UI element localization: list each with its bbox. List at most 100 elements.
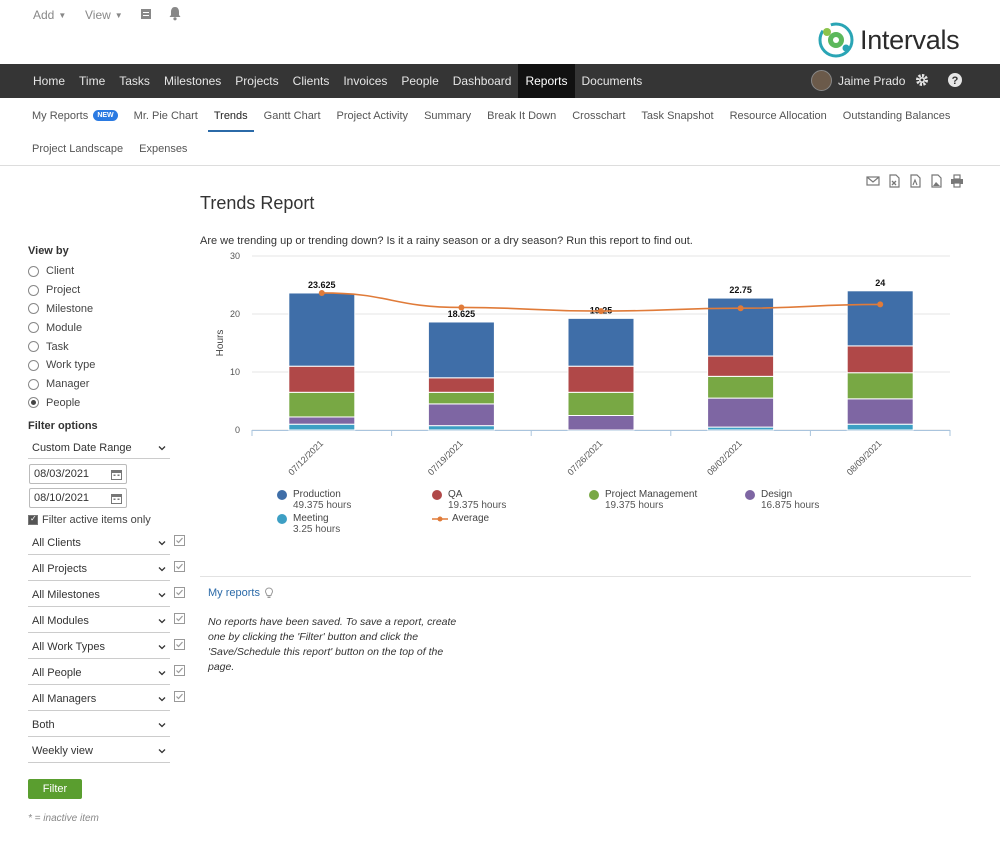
bell-icon[interactable]	[168, 6, 182, 24]
checklist-icon[interactable]	[174, 664, 185, 676]
managers-value: All Managers	[32, 692, 97, 705]
checklist-icon[interactable]	[174, 612, 185, 624]
radio-button-selected[interactable]	[28, 397, 39, 409]
radio-people[interactable]: People	[28, 394, 188, 413]
checklist-icon[interactable]	[174, 586, 185, 598]
legend-project-management[interactable]: Project Management 19.375 hours	[589, 489, 697, 511]
filter-button[interactable]: Filter	[28, 779, 82, 800]
pdf-icon[interactable]	[908, 174, 922, 188]
date-to-input[interactable]: 08/10/2021	[29, 488, 127, 509]
bar-segment	[288, 423, 356, 431]
subnav-expenses[interactable]: Expenses	[131, 133, 195, 165]
subnav-project-landscape[interactable]: Project Landscape	[24, 133, 131, 165]
view-menu[interactable]: View ▼	[85, 8, 123, 22]
radio-client[interactable]: Client	[28, 262, 188, 281]
billable-select[interactable]: Both	[28, 713, 170, 738]
user-menu[interactable]: Jaime Prado	[811, 70, 905, 91]
clients-select[interactable]: All Clients	[28, 531, 170, 556]
subnav-my-reports[interactable]: My Reports NEW	[24, 100, 126, 132]
subnav-project-activity[interactable]: Project Activity	[329, 100, 417, 132]
calendar-icon[interactable]	[111, 493, 122, 504]
radio-manager[interactable]: Manager	[28, 375, 188, 394]
subnav-break-it-down[interactable]: Break It Down	[479, 100, 564, 132]
subnav-gantt-chart[interactable]: Gantt Chart	[256, 100, 329, 132]
active-only-checkbox-row[interactable]: Filter active items only	[28, 511, 188, 529]
chart-svg: 0 10 20 30 Hours 07/12/2021 23.625 07/19/2021 18…	[215, 251, 951, 477]
y-tick-label: 10	[230, 367, 240, 377]
bar-segment	[707, 375, 775, 399]
modules-select[interactable]: All Modules	[28, 609, 170, 634]
subnav-trends[interactable]: Trends	[206, 100, 256, 132]
bar-total-label: 18.625	[448, 309, 476, 319]
radio-module[interactable]: Module	[28, 318, 188, 337]
subnav-resource-allocation[interactable]: Resource Allocation	[722, 100, 835, 132]
radio-button[interactable]	[28, 359, 39, 371]
subnav-outstanding-balances[interactable]: Outstanding Balances	[835, 100, 959, 132]
period-select[interactable]: Weekly view	[28, 739, 170, 764]
image-icon[interactable]	[929, 174, 943, 188]
radio-work-type[interactable]: Work type	[28, 356, 188, 375]
filter-work-types-row: All Work Types	[28, 635, 188, 660]
notes-icon[interactable]	[140, 8, 152, 23]
legend-qa[interactable]: QA 19.375 hours	[432, 489, 506, 511]
calendar-icon[interactable]	[111, 469, 122, 480]
checklist-icon[interactable]	[174, 560, 185, 572]
people-select[interactable]: All People	[28, 661, 170, 686]
gear-icon[interactable]	[914, 72, 930, 88]
subnav-summary[interactable]: Summary	[416, 100, 479, 132]
nav-dashboard[interactable]: Dashboard	[446, 64, 519, 98]
checklist-icon[interactable]	[174, 690, 185, 702]
projects-select[interactable]: All Projects	[28, 557, 170, 582]
y-tick-label: 0	[235, 425, 240, 435]
nav-people[interactable]: People	[394, 64, 445, 98]
radio-button[interactable]	[28, 284, 39, 296]
legend-average[interactable]: Average	[432, 513, 489, 524]
legend-production[interactable]: Production 49.375 hours	[277, 489, 351, 511]
nav-invoices[interactable]: Invoices	[336, 64, 394, 98]
radio-button[interactable]	[28, 378, 39, 390]
nav-milestones[interactable]: Milestones	[157, 64, 228, 98]
print-icon[interactable]	[950, 174, 964, 188]
nav-reports[interactable]: Reports	[518, 64, 575, 98]
subnav-my-reports-label: My Reports	[32, 110, 89, 122]
active-only-checkbox[interactable]	[28, 514, 38, 526]
radio-project[interactable]: Project	[28, 281, 188, 300]
nav-time[interactable]: Time	[72, 64, 112, 98]
excel-icon[interactable]	[887, 174, 901, 188]
radio-button[interactable]	[28, 265, 39, 277]
nav-tasks[interactable]: Tasks	[112, 64, 157, 98]
nav-documents[interactable]: Documents	[575, 64, 650, 98]
subnav-task-snapshot[interactable]: Task Snapshot	[633, 100, 721, 132]
nav-projects[interactable]: Projects	[228, 64, 285, 98]
add-menu[interactable]: Add ▼	[33, 8, 66, 22]
radio-label: Work type	[46, 359, 96, 372]
managers-select[interactable]: All Managers	[28, 687, 170, 712]
milestones-value: All Milestones	[32, 588, 100, 601]
legend-design[interactable]: Design 16.875 hours	[745, 489, 819, 511]
nav-home[interactable]: Home	[26, 64, 72, 98]
email-icon[interactable]	[866, 174, 880, 188]
my-reports-link[interactable]: My reports	[208, 587, 274, 599]
subnav-pie-chart[interactable]: Mr. Pie Chart	[126, 100, 206, 132]
radio-button[interactable]	[28, 341, 39, 353]
legend-meeting[interactable]: Meeting 3.25 hours	[277, 513, 340, 535]
active-only-label: Filter active items only	[42, 514, 151, 527]
legend-label: Project Management	[605, 489, 698, 500]
radio-button[interactable]	[28, 303, 39, 315]
radio-button[interactable]	[28, 322, 39, 334]
checklist-icon[interactable]	[174, 534, 185, 546]
checklist-icon[interactable]	[174, 638, 185, 650]
radio-milestone[interactable]: Milestone	[28, 300, 188, 319]
work-types-select[interactable]: All Work Types	[28, 635, 170, 660]
milestones-select[interactable]: All Milestones	[28, 583, 170, 608]
bar-segment	[288, 365, 356, 393]
y-tick-label: 30	[230, 251, 240, 261]
date-range-select[interactable]: Custom Date Range	[28, 437, 170, 460]
subnav-crosschart[interactable]: Crosschart	[564, 100, 633, 132]
help-icon[interactable]: ?	[947, 72, 963, 88]
date-from-input[interactable]: 08/03/2021	[29, 464, 127, 485]
radio-task[interactable]: Task	[28, 337, 188, 356]
intervals-logo[interactable]: Intervals	[818, 22, 960, 58]
average-point	[458, 304, 465, 311]
nav-clients[interactable]: Clients	[286, 64, 337, 98]
